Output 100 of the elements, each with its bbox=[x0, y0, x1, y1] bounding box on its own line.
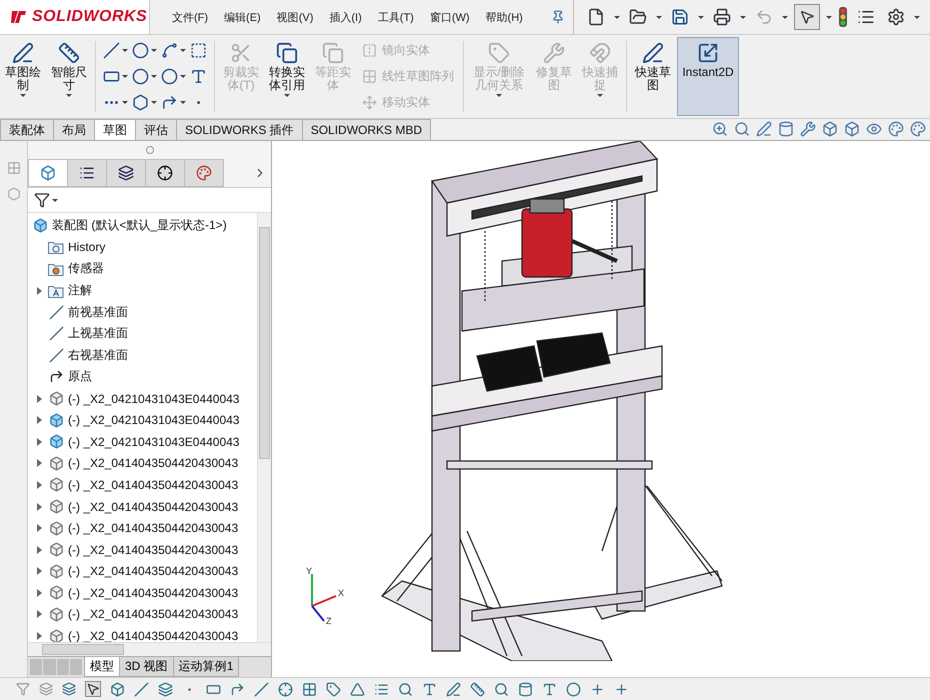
toolbar-icon[interactable] bbox=[302, 682, 317, 696]
spline-icon[interactable] bbox=[161, 42, 186, 58]
dashed-rectangle-icon[interactable] bbox=[190, 42, 207, 58]
toolbar-icon[interactable] bbox=[278, 682, 293, 696]
model-tab[interactable]: 运动算例1 bbox=[172, 657, 240, 677]
ribbon-button[interactable]: Instant2D bbox=[677, 37, 739, 116]
tree-item[interactable]: (-) _X2_0414043504420430043 bbox=[28, 517, 257, 539]
line-icon[interactable] bbox=[103, 42, 128, 58]
menu-item[interactable]: 帮助(H) bbox=[480, 8, 529, 26]
text-icon[interactable] bbox=[190, 68, 207, 84]
tree-item[interactable]: (-) _X2_0414043504420430043 bbox=[28, 560, 257, 582]
tree-item[interactable]: 上视基准面 bbox=[28, 322, 257, 345]
panel-tab[interactable] bbox=[67, 159, 107, 187]
ribbon-button[interactable]: 快速草图 bbox=[631, 37, 675, 116]
toolbar-icon[interactable] bbox=[398, 682, 413, 696]
tree-item[interactable]: (-) _X2_0414043504420430043 bbox=[28, 582, 257, 604]
expand-arrow-icon[interactable] bbox=[36, 610, 42, 618]
toolbar-icon[interactable] bbox=[374, 682, 389, 696]
toolbar-icon[interactable] bbox=[614, 682, 629, 696]
toolbar-icon[interactable] bbox=[470, 682, 485, 696]
palette-icon[interactable] bbox=[888, 121, 904, 137]
expand-arrow-icon[interactable] bbox=[36, 632, 42, 640]
polygon-icon[interactable] bbox=[132, 94, 157, 110]
zoom-icon[interactable] bbox=[712, 121, 728, 137]
tree-item[interactable]: (-) _X2_04210431043E0440043 bbox=[28, 430, 257, 453]
toolbar-icon[interactable] bbox=[446, 682, 461, 696]
expand-arrow-icon[interactable] bbox=[36, 567, 42, 576]
expand-arrow-icon[interactable] bbox=[36, 416, 42, 424]
command-tab[interactable]: 装配体 bbox=[0, 119, 54, 140]
toolbar-icon[interactable] bbox=[230, 682, 245, 696]
expand-arrow-icon[interactable] bbox=[36, 588, 42, 597]
ellipse-icon[interactable] bbox=[161, 68, 186, 84]
menu-item[interactable]: 插入(I) bbox=[323, 8, 368, 26]
command-tab[interactable]: 草图 bbox=[94, 119, 136, 140]
panel-tab[interactable] bbox=[106, 159, 146, 187]
ribbon-button[interactable]: 智能尺寸 bbox=[47, 37, 91, 116]
toolbar-icon[interactable] bbox=[518, 682, 533, 696]
section-view-icon[interactable] bbox=[778, 121, 794, 137]
tree-item[interactable]: (-) _X2_0414043504420430043 bbox=[28, 604, 257, 626]
tree-item[interactable]: (-) _X2_0414043504420430043 bbox=[28, 474, 257, 496]
expand-arrow-icon[interactable] bbox=[36, 394, 42, 403]
horizontal-scrollbar[interactable] bbox=[28, 642, 271, 656]
tree-item[interactable]: 传感器 bbox=[28, 258, 257, 280]
toolbar-icon[interactable] bbox=[254, 682, 269, 696]
tree-item[interactable]: 前视基准面 bbox=[28, 301, 257, 323]
pin-icon[interactable] bbox=[551, 10, 565, 24]
model-tab[interactable]: 3D 视图 bbox=[119, 657, 174, 677]
toolbar-icon[interactable] bbox=[326, 682, 341, 696]
expand-arrow-icon[interactable] bbox=[36, 480, 42, 489]
cube-icon[interactable] bbox=[822, 121, 838, 137]
tree-item[interactable]: 右视基准面 bbox=[28, 344, 257, 366]
command-tab[interactable]: SOLIDWORKS 插件 bbox=[176, 119, 303, 140]
pen-icon[interactable] bbox=[756, 121, 772, 137]
toolbar-icon[interactable] bbox=[110, 682, 125, 696]
menu-item[interactable]: 视图(V) bbox=[270, 8, 320, 26]
expand-arrow-icon[interactable] bbox=[36, 502, 42, 511]
tree-item[interactable]: 注解 bbox=[28, 280, 257, 302]
arc-icon[interactable] bbox=[132, 68, 157, 84]
toolbar-icon[interactable] bbox=[422, 682, 437, 696]
fillet-icon[interactable] bbox=[161, 94, 186, 110]
toolbar-icon[interactable] bbox=[158, 682, 173, 696]
toolbar-icon[interactable] bbox=[134, 682, 149, 696]
expand-arrow-icon[interactable] bbox=[36, 459, 42, 468]
tree-item[interactable]: (-) _X2_0414043504420430043 bbox=[28, 496, 257, 518]
ribbon-button[interactable]: 转换实体引用 bbox=[265, 37, 309, 116]
tree-item[interactable]: (-) _X2_0414043504420430043 bbox=[28, 452, 257, 474]
expand-arrow-icon[interactable] bbox=[36, 524, 42, 532]
tree-item[interactable]: 原点 bbox=[28, 366, 257, 388]
toolbar-icon[interactable] bbox=[350, 682, 365, 696]
expand-arrow-icon[interactable] bbox=[36, 546, 42, 554]
toolbar-icon[interactable] bbox=[566, 682, 581, 696]
search-icon[interactable] bbox=[734, 121, 750, 137]
command-tab[interactable]: 布局 bbox=[53, 119, 95, 140]
menu-item[interactable]: 工具(T) bbox=[372, 8, 420, 26]
panel-tab[interactable] bbox=[145, 159, 185, 187]
select-button[interactable] bbox=[794, 4, 820, 30]
ribbon-button[interactable]: 草图绘制 bbox=[1, 37, 45, 116]
tree-item[interactable]: History bbox=[28, 236, 257, 258]
expand-arrow-icon[interactable] bbox=[36, 286, 42, 295]
tree-item[interactable]: (-) _X2_04210431043E0440043 bbox=[28, 388, 257, 410]
expand-arrow-icon[interactable] bbox=[36, 438, 42, 446]
select-button[interactable] bbox=[85, 681, 101, 697]
toolbar-icon[interactable] bbox=[590, 682, 605, 696]
circle-icon[interactable] bbox=[132, 42, 157, 58]
menu-item[interactable]: 编辑(E) bbox=[218, 8, 267, 26]
eye-icon[interactable] bbox=[866, 121, 882, 137]
command-tab[interactable]: SOLIDWORKS MBD bbox=[302, 119, 432, 140]
tool-icon[interactable] bbox=[800, 121, 816, 137]
menu-item[interactable]: 窗口(W) bbox=[424, 8, 476, 26]
splitter-handle[interactable] bbox=[146, 146, 154, 154]
tree-item[interactable]: (-) _X2_04210431043E0440043 bbox=[28, 409, 257, 431]
model-tab[interactable]: 模型 bbox=[84, 657, 120, 677]
vertical-scrollbar[interactable] bbox=[257, 213, 271, 642]
menu-item[interactable]: 文件(F) bbox=[166, 8, 214, 26]
tree-item[interactable]: 装配图 (默认<默认_显示状态-1>) bbox=[28, 215, 257, 237]
cube-icon[interactable] bbox=[844, 121, 860, 137]
command-tab[interactable]: 评估 bbox=[135, 119, 177, 140]
traffic-light-icon[interactable] bbox=[838, 7, 848, 27]
toolbar-icon[interactable] bbox=[542, 682, 557, 696]
toolbar-icon[interactable] bbox=[494, 682, 509, 696]
